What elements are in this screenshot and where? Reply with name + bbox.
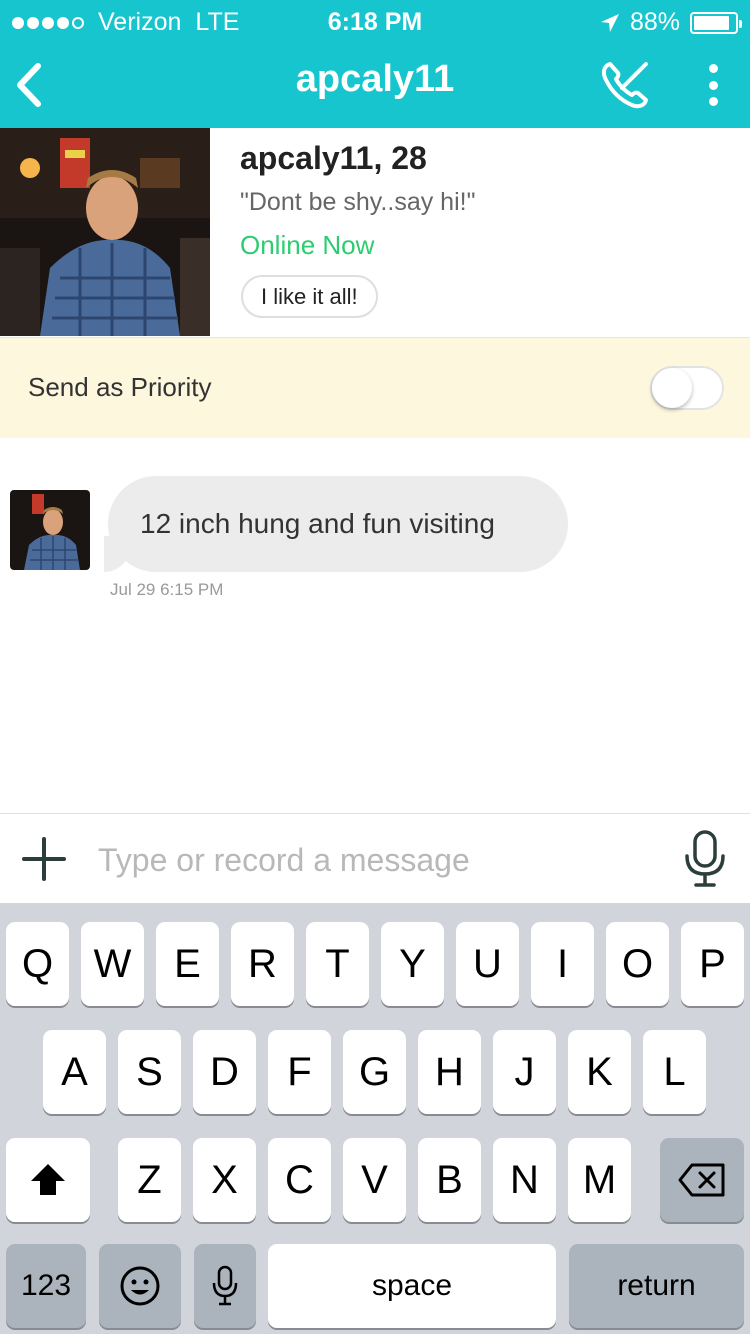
key-e[interactable]: E <box>156 922 219 1006</box>
plus-icon <box>22 837 66 881</box>
return-key[interactable]: return <box>569 1244 744 1328</box>
status-bar: Verizon LTE 6:18 PM 88% <box>0 0 750 40</box>
location-arrow-icon <box>600 13 619 32</box>
backspace-icon <box>678 1163 725 1197</box>
key-n[interactable]: N <box>493 1138 556 1222</box>
key-z[interactable]: Z <box>118 1138 181 1222</box>
status-right: 88% <box>600 8 742 37</box>
profile-tagline: "Dont be shy..say hi!" <box>240 188 476 216</box>
key-g[interactable]: G <box>343 1030 406 1114</box>
priority-banner: Send as Priority <box>0 338 750 438</box>
composer-bar <box>0 813 750 903</box>
vertical-dots-icon <box>708 64 718 73</box>
app-header: Verizon LTE 6:18 PM 88% apcaly11 <box>0 0 750 128</box>
key-c[interactable]: C <box>268 1138 331 1222</box>
shift-arrow-icon <box>31 1164 65 1195</box>
interest-chip: I like it all! <box>241 275 378 318</box>
key-m[interactable]: M <box>568 1138 631 1222</box>
emoji-icon <box>120 1266 160 1306</box>
key-q[interactable]: Q <box>6 922 69 1006</box>
emoji-key[interactable] <box>99 1244 181 1328</box>
microphone-icon <box>685 830 725 887</box>
key-s[interactable]: S <box>118 1030 181 1114</box>
message-timestamp: Jul 29 6:15 PM <box>110 580 224 599</box>
key-u[interactable]: U <box>456 922 519 1006</box>
key-x[interactable]: X <box>193 1138 256 1222</box>
ios-keyboard: Q W E R T Y U I O P A S D F G H J K L Z … <box>0 903 750 1334</box>
phone-slash-icon <box>601 62 648 109</box>
profile-name-age: apcaly11, 28 <box>240 140 427 176</box>
key-k[interactable]: K <box>568 1030 631 1114</box>
backspace-key[interactable] <box>660 1138 744 1222</box>
key-r[interactable]: R <box>231 922 294 1006</box>
key-d[interactable]: D <box>193 1030 256 1114</box>
profile-card[interactable]: apcaly11, 28 "Dont be shy..say hi!" Onli… <box>0 128 750 338</box>
key-p[interactable]: P <box>681 922 744 1006</box>
call-button[interactable] <box>598 58 652 112</box>
key-h[interactable]: H <box>418 1030 481 1114</box>
key-f[interactable]: F <box>268 1030 331 1114</box>
key-y[interactable]: Y <box>381 922 444 1006</box>
dictation-key[interactable] <box>194 1244 256 1328</box>
microphone-icon <box>212 1265 238 1306</box>
key-v[interactable]: V <box>343 1138 406 1222</box>
key-w[interactable]: W <box>81 922 144 1006</box>
key-o[interactable]: O <box>606 922 669 1006</box>
priority-label: Send as Priority <box>28 372 212 402</box>
profile-photo[interactable] <box>0 128 210 336</box>
numbers-key[interactable]: 123 <box>6 1244 86 1328</box>
message-bubble[interactable]: 12 inch hung and fun visiting <box>104 476 568 572</box>
key-i[interactable]: I <box>531 922 594 1006</box>
key-b[interactable]: B <box>418 1138 481 1222</box>
nav-bar: apcaly11 <box>0 40 750 128</box>
online-status: Online Now <box>240 230 375 260</box>
record-button[interactable] <box>684 830 726 888</box>
key-j[interactable]: J <box>493 1030 556 1114</box>
message-input[interactable] <box>98 832 658 888</box>
toggle-knob <box>652 368 692 408</box>
key-t[interactable]: T <box>306 922 369 1006</box>
sender-avatar[interactable] <box>10 490 90 570</box>
battery-icon <box>690 11 742 34</box>
key-l[interactable]: L <box>643 1030 706 1114</box>
attach-button[interactable] <box>22 837 66 881</box>
battery-percent: 88% <box>629 8 680 36</box>
key-a[interactable]: A <box>43 1030 106 1114</box>
shift-key[interactable] <box>6 1138 90 1222</box>
priority-toggle[interactable] <box>650 366 724 410</box>
space-key[interactable]: space <box>268 1244 556 1328</box>
more-options-button[interactable] <box>700 60 726 110</box>
